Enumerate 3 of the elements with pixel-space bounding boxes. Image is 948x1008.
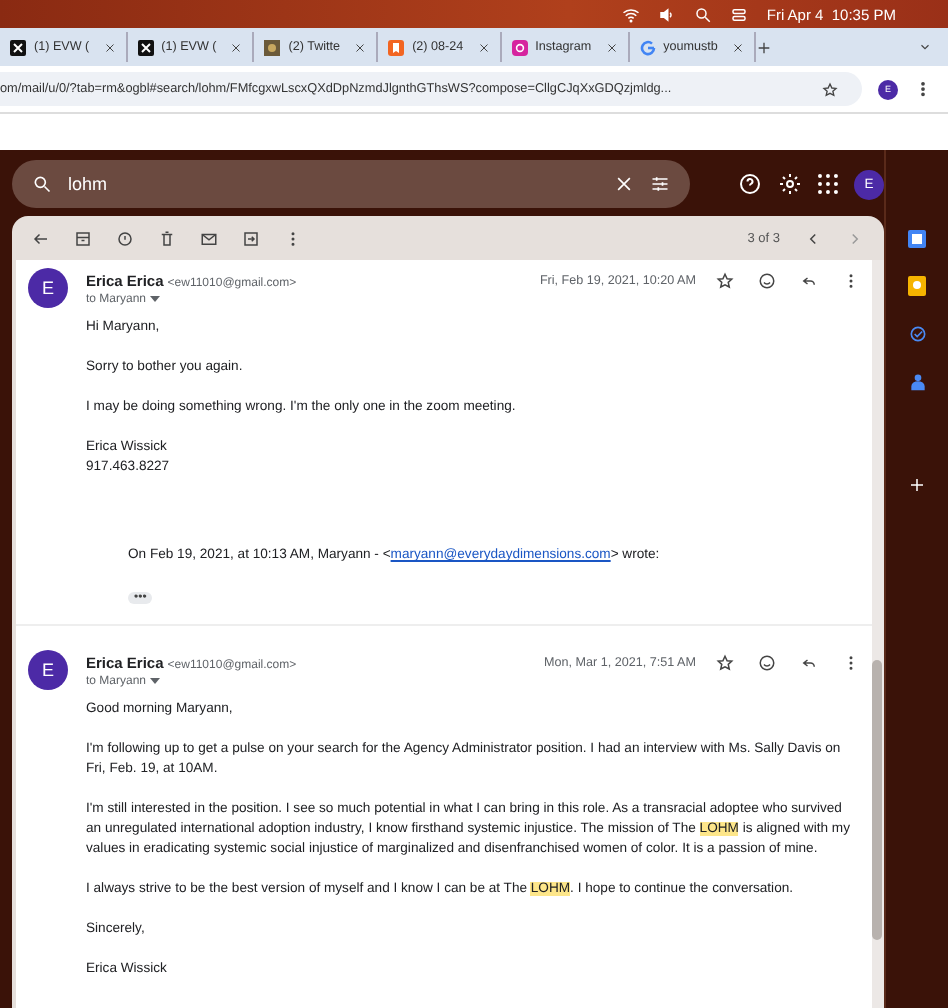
sender-avatar: E: [28, 650, 68, 690]
search-field[interactable]: lohm: [12, 160, 691, 208]
sender-avatar: E: [28, 268, 68, 308]
